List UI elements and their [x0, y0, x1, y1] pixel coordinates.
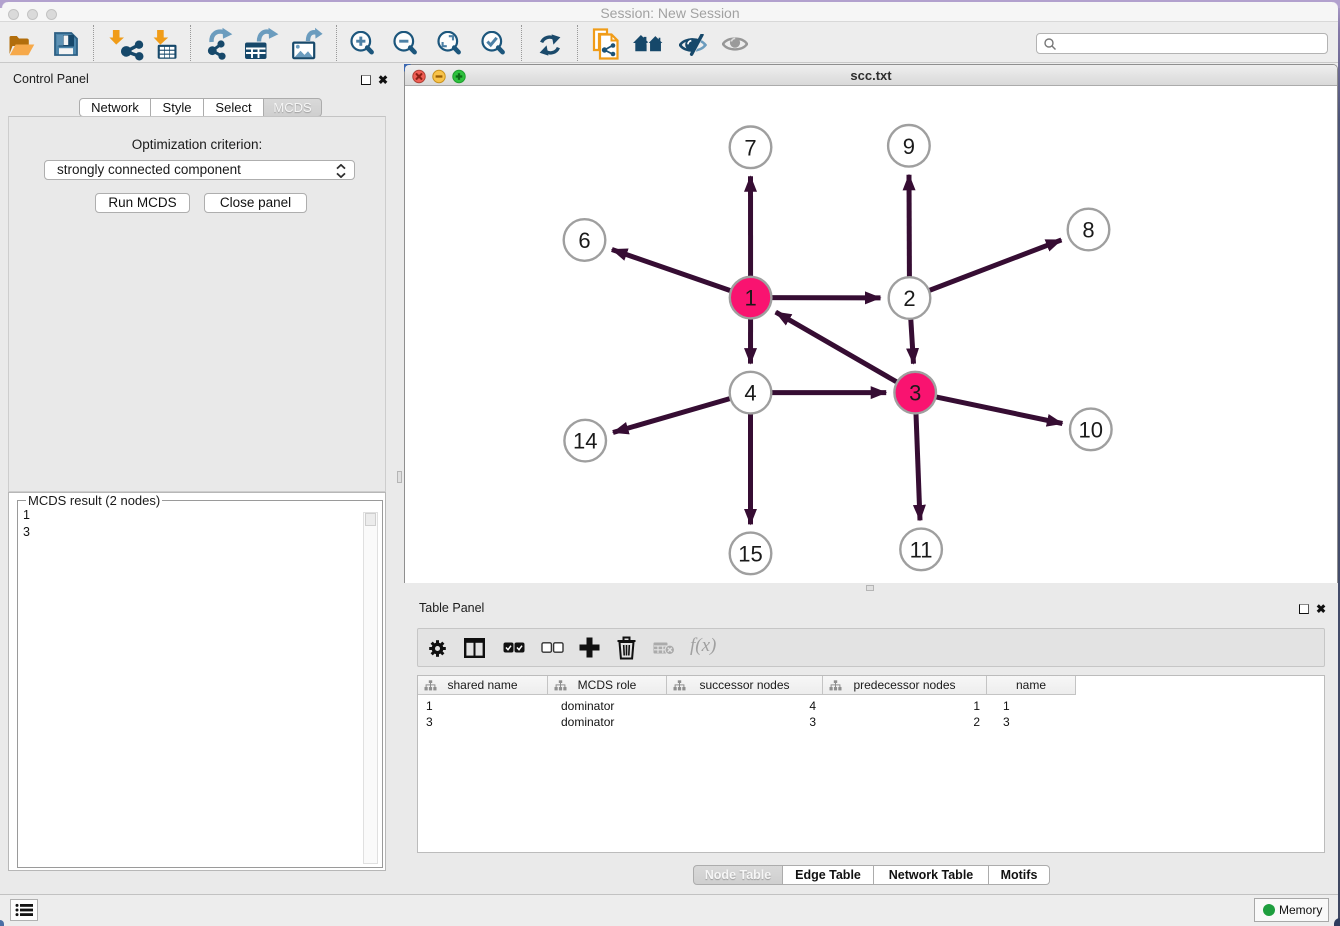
svg-text:2: 2: [903, 286, 915, 311]
svg-text:14: 14: [573, 429, 597, 454]
svg-text:6: 6: [578, 228, 590, 253]
svg-text:10: 10: [1079, 417, 1103, 442]
svg-text:3: 3: [909, 381, 921, 406]
svg-text:1: 1: [744, 286, 756, 311]
svg-text:7: 7: [744, 135, 756, 160]
svg-text:9: 9: [903, 134, 915, 159]
svg-text:8: 8: [1082, 218, 1094, 243]
svg-text:11: 11: [910, 537, 933, 562]
svg-text:4: 4: [744, 381, 756, 406]
svg-text:15: 15: [738, 541, 762, 566]
